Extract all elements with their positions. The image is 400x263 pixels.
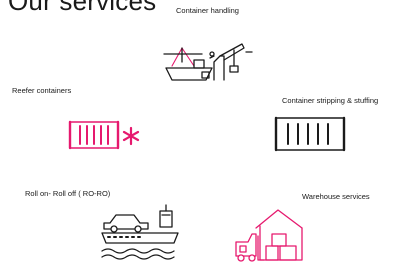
service-label: Warehouse services (302, 192, 370, 201)
reefer-container-icon (66, 116, 146, 154)
section-heading: Our services (8, 0, 157, 16)
service-label: Container handling (176, 6, 239, 15)
warehouse-forklift-icon (232, 206, 306, 262)
roro-ship-car-icon (100, 203, 190, 261)
shipping-container-icon (272, 114, 348, 154)
service-label: Roll on- Roll off ( RO-RO) (25, 189, 111, 198)
service-label: Container stripping & stuffing (282, 96, 379, 105)
service-label: Reefer containers (12, 86, 72, 95)
port-crane-ship-icon (160, 36, 255, 86)
